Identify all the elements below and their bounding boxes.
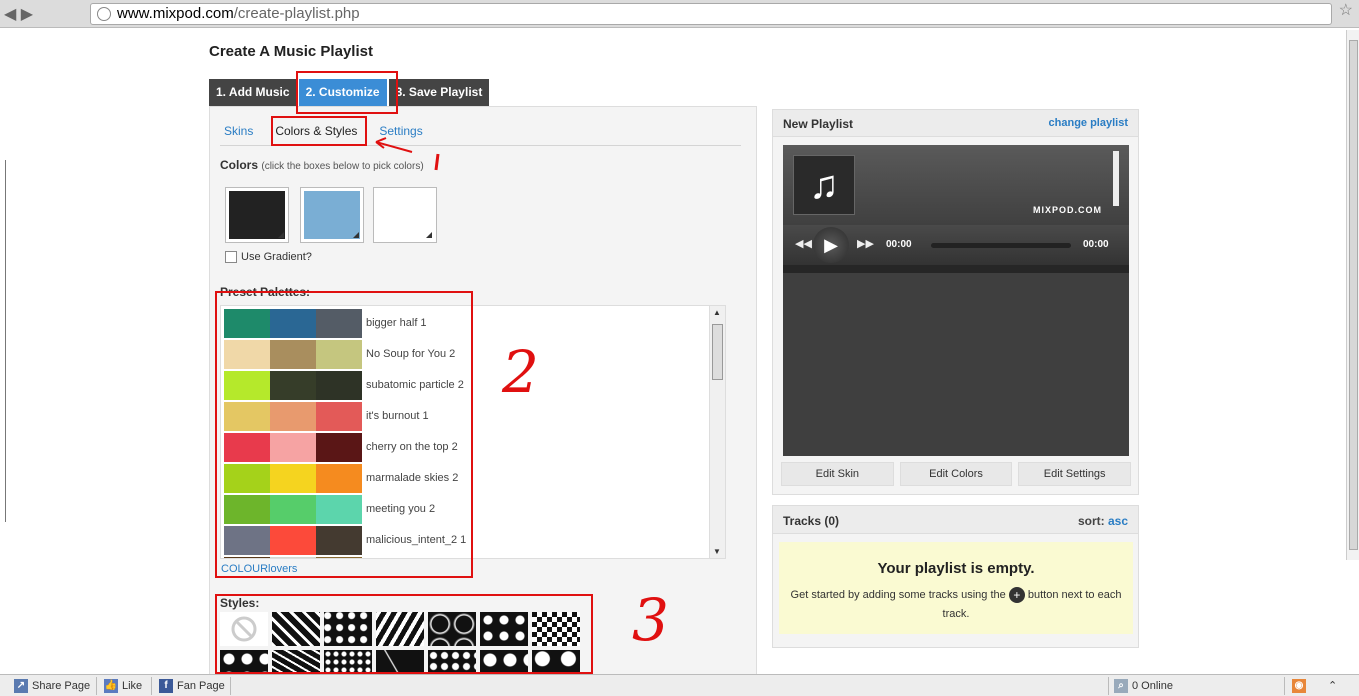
tracks-count: Tracks (0)	[783, 514, 840, 528]
dropdown-triangle-icon	[278, 232, 284, 238]
player-panel-header: New Playlist change playlist	[773, 110, 1138, 137]
scrollbar-thumb[interactable]	[1349, 40, 1358, 550]
chat-search-icon: ⌕	[1114, 679, 1128, 693]
rss-button[interactable]: ◉	[1292, 679, 1306, 693]
tracks-header: Tracks (0) sort: asc	[773, 506, 1138, 534]
annotation-box-customize	[296, 71, 398, 114]
player-controls: ◀◀ ▶ ▶▶ 00:00 00:00	[783, 225, 1129, 265]
browser-toolbar: ◀ ▶ www.mixpod.com/create-playlist.php ☆	[0, 0, 1359, 28]
back-forward-icons[interactable]: ◀ ▶	[4, 4, 84, 24]
player-preview-panel: New Playlist change playlist ♫ MIXPOD.CO…	[772, 109, 1139, 495]
page-title: Create A Music Playlist	[209, 43, 373, 60]
annotation-box-colors-styles	[271, 116, 367, 146]
previous-icon[interactable]: ◀◀	[795, 237, 812, 250]
dropdown-triangle-icon	[426, 232, 432, 238]
bookmark-star-icon[interactable]: ☆	[1339, 0, 1353, 20]
tracks-panel: Tracks (0) sort: asc Your playlist is em…	[772, 505, 1139, 648]
annotation-arrow	[375, 137, 440, 171]
online-count: 0 Online	[1132, 680, 1173, 692]
playlist-title: New Playlist	[783, 117, 854, 131]
play-icon[interactable]: ▶	[813, 227, 849, 263]
progress-bar[interactable]	[931, 243, 1071, 248]
scroll-down-icon[interactable]: ▼	[713, 547, 721, 556]
toolbar-divider	[1108, 677, 1109, 695]
dropdown-triangle-icon	[353, 232, 359, 238]
address-bar[interactable]: www.mixpod.com/create-playlist.php	[90, 3, 1332, 25]
url-domain: www.mixpod.com	[117, 5, 234, 22]
time-elapsed: 00:00	[886, 239, 912, 250]
scroll-up-icon[interactable]: ▲	[713, 308, 721, 317]
tab-skins[interactable]: Skins	[220, 122, 257, 145]
toolbar-divider	[96, 677, 97, 695]
annotation-number-3: 3	[632, 586, 669, 654]
left-edge-divider	[0, 160, 6, 522]
toolbar-divider	[230, 677, 231, 695]
edit-buttons: Edit Skin Edit Colors Edit Settings	[781, 462, 1132, 486]
share-page-button[interactable]: ↗ Share Page	[14, 679, 90, 693]
annotation-box-styles	[215, 594, 593, 674]
time-total: 00:00	[1083, 239, 1109, 250]
annotation-box-palettes	[215, 291, 473, 578]
fan-page-button[interactable]: f Fan Page	[159, 679, 225, 693]
swatch-fill	[229, 191, 285, 239]
player-separator	[783, 265, 1129, 273]
music-note-icon: ♫	[793, 155, 855, 215]
share-page-label: Share Page	[32, 680, 91, 692]
empty-text: Get started by adding some tracks using …	[787, 586, 1125, 624]
online-status[interactable]: ⌕ 0 Online	[1114, 679, 1173, 693]
annotation-number-2: 2	[502, 338, 539, 406]
edit-skin-button[interactable]: Edit Skin	[781, 462, 894, 486]
use-gradient-row: Use Gradient?	[225, 251, 312, 263]
music-player: ♫ MIXPOD.COM ◀◀ ▶ ▶▶ 00:00 00:00	[783, 145, 1129, 456]
rss-icon: ◉	[1292, 679, 1306, 693]
next-icon[interactable]: ▶▶	[857, 237, 874, 250]
step-save-playlist[interactable]: 3. Save Playlist	[388, 79, 490, 106]
color-swatch-2[interactable]	[300, 187, 364, 243]
player-header: ♫ MIXPOD.COM	[783, 145, 1129, 225]
empty-title: Your playlist is empty.	[877, 560, 1035, 577]
facebook-icon: f	[159, 679, 173, 693]
edit-settings-button[interactable]: Edit Settings	[1018, 462, 1132, 486]
toolbar-divider	[151, 677, 152, 695]
empty-playlist-notice: Your playlist is empty. Get started by a…	[779, 542, 1133, 634]
use-gradient-label: Use Gradient?	[241, 251, 312, 263]
colors-label: Colors	[220, 158, 259, 172]
use-gradient-checkbox[interactable]	[225, 251, 237, 263]
palette-scroll-thumb[interactable]	[712, 324, 723, 380]
toolbar-divider	[1284, 677, 1285, 695]
track-list-area	[783, 273, 1129, 456]
fan-page-label: Fan Page	[177, 680, 225, 692]
sort-asc-link[interactable]: asc	[1108, 514, 1128, 528]
page-scrollbar[interactable]	[1346, 30, 1359, 560]
sort-label: sort:	[1077, 514, 1105, 528]
swatch-fill	[377, 191, 433, 239]
volume-slider[interactable]	[1113, 151, 1119, 206]
thumbs-up-icon: 👍	[104, 679, 118, 693]
bottom-toolbar: ↗ Share Page 👍 Like f Fan Page ⌕ 0 Onlin…	[0, 674, 1359, 696]
change-playlist-link[interactable]: change playlist	[1049, 117, 1128, 129]
color-swatch-3[interactable]	[373, 187, 437, 243]
chevron-up-icon: ⌃	[1328, 680, 1338, 692]
swatch-fill	[304, 191, 360, 239]
globe-icon	[97, 7, 111, 21]
empty-text-before: Get started by adding some tracks using …	[790, 589, 1006, 601]
color-swatch-1[interactable]	[225, 187, 289, 243]
step-add-music[interactable]: 1. Add Music	[209, 79, 297, 106]
share-icon: ↗	[14, 679, 28, 693]
palette-scrollbar[interactable]: ▲ ▼	[709, 306, 725, 558]
collapse-toolbar-button[interactable]: ⌃	[1328, 679, 1337, 692]
sort-control: sort: asc	[1078, 514, 1128, 528]
like-button[interactable]: 👍 Like	[104, 679, 142, 693]
like-label: Like	[122, 680, 143, 692]
url-path: /create-playlist.php	[233, 5, 360, 22]
add-plus-icon: +	[1008, 587, 1025, 604]
edit-colors-button[interactable]: Edit Colors	[899, 462, 1013, 486]
player-brand: MIXPOD.COM	[1033, 205, 1103, 215]
